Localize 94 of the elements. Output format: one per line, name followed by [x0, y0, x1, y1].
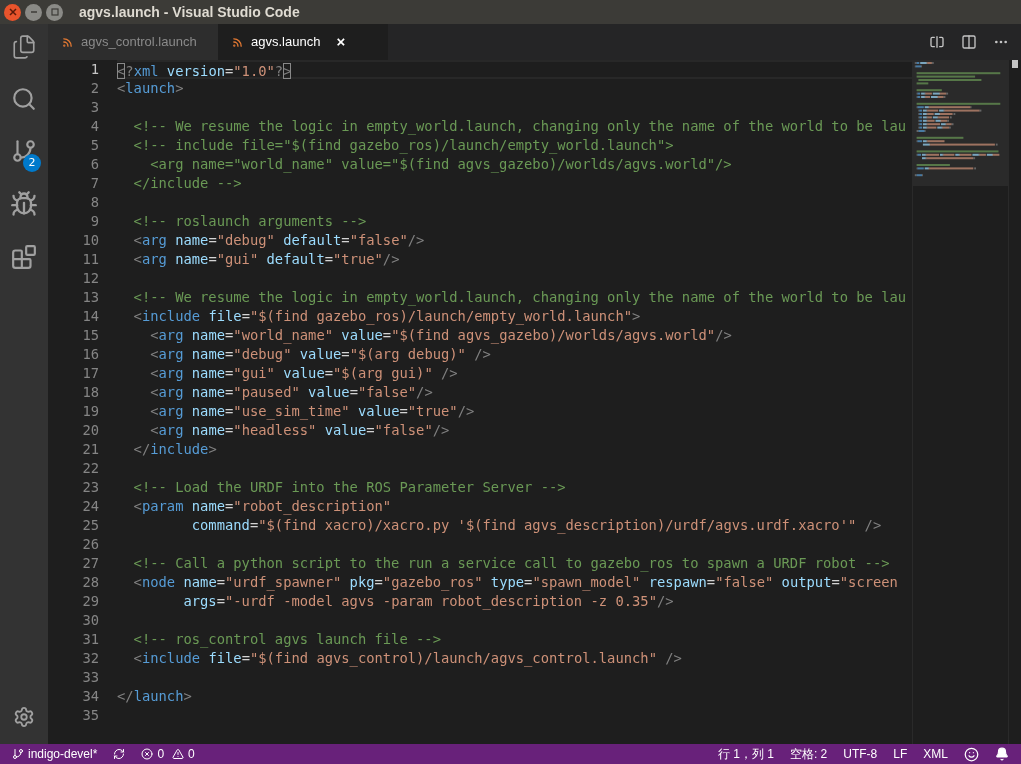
cursor-position[interactable]: 行 1，列 1	[717, 745, 774, 763]
line-number: 25	[81, 516, 99, 535]
code-line: <!-- ros_control agvs launch file -->	[132, 630, 441, 649]
line-number: 15	[81, 326, 99, 345]
maximize-icon	[50, 8, 59, 16]
split-editor-icon[interactable]	[961, 34, 977, 50]
code-line: <!-- We resume the logic in empty_world.launch, changing only the name of the world to be lau	[132, 117, 907, 136]
feedback-icon[interactable]	[964, 746, 979, 762]
settings-icon[interactable]	[13, 706, 35, 728]
line-number: 17	[81, 364, 99, 383]
minimize-window-button[interactable]	[25, 3, 42, 21]
sync-icon[interactable]	[113, 748, 126, 760]
maximize-window-button[interactable]	[46, 3, 63, 21]
code-line: command="$(find xacro)/xacro.py '$(find agvs_description)/urdf/agvs.urdf.xacro'" />	[190, 516, 882, 535]
line-ending-indicator[interactable]: LF	[893, 745, 908, 763]
line-number: 31	[81, 630, 99, 649]
line-number: 33	[81, 668, 99, 687]
code-line: <arg name="world_name" value="$(find agvs_gazebo)/worlds/agvs.world"/>	[149, 155, 732, 174]
line-number: 8	[89, 193, 99, 212]
code-line: <launch>	[117, 79, 184, 98]
close-icon	[8, 8, 17, 16]
line-number: 10	[81, 231, 99, 250]
rss-icon	[232, 36, 243, 48]
rss-icon	[62, 36, 73, 48]
code-line: <!-- Load the URDF into the ROS Parameter Server -->	[132, 478, 566, 497]
encoding-indicator[interactable]: UTF-8	[843, 745, 878, 763]
line-number: 34	[81, 687, 99, 706]
code-line: <!-- roslaunch arguments -->	[132, 212, 367, 231]
branch-indicator[interactable]: indigo-devel*	[12, 745, 98, 763]
window-title: agvs.launch - Visual Studio Code	[79, 2, 300, 22]
debug-icon[interactable]	[10, 190, 38, 218]
line-number: 11	[81, 250, 99, 269]
line-number: 30	[81, 611, 99, 630]
scrollbar-thumb[interactable]	[1012, 60, 1018, 68]
open-changes-icon[interactable]	[929, 34, 945, 50]
code-line: <!-- include file="$(find gazebo_ros)/launch/empty_world.launch">	[132, 136, 674, 155]
files-icon[interactable]	[11, 34, 37, 60]
code-line: <include file="$(find gazebo_ros)/launch/empty_world.launch">	[132, 307, 641, 326]
code-line: <!-- We resume the logic in empty_world.launch, changing only the name of the world to be lau	[132, 288, 907, 307]
code-line: <arg name="gui" default="true"/>	[132, 250, 400, 269]
code-line: <arg name="debug" default="false"/>	[132, 231, 425, 250]
editor-tab[interactable]: agvs.launch ×	[218, 24, 388, 60]
line-number: 21	[81, 440, 99, 459]
code-line: <!-- Call a python script to the run a service call to gazebo_ros to spawn a URDF robot -->	[132, 554, 890, 573]
minimap[interactable]	[913, 60, 1009, 186]
close-tab-button[interactable]: ×	[336, 30, 346, 54]
code-line: </launch>	[117, 687, 192, 706]
language-indicator[interactable]: XML	[923, 745, 948, 763]
code-line: <arg name="debug" value="$(arg debug)" />	[149, 345, 491, 364]
close-window-button[interactable]	[4, 3, 21, 21]
line-number: 4	[89, 117, 99, 136]
line-number: 6	[89, 155, 99, 174]
line-number: 32	[81, 649, 99, 668]
line-number: 24	[81, 497, 99, 516]
code-line: args="-urdf -model agvs -param robot_description -z 0.35"/>	[182, 592, 674, 611]
line-number: 12	[81, 269, 99, 288]
line-number: 5	[89, 136, 99, 155]
code-line: <arg name="world_name" value="$(find agvs_gazebo)/worlds/agvs.world"/>	[149, 326, 732, 345]
line-number: 16	[81, 345, 99, 364]
line-number: 26	[81, 535, 99, 554]
line-number: 29	[81, 592, 99, 611]
line-number: 2	[89, 79, 99, 98]
indentation-indicator[interactable]: 空格: 2	[789, 745, 828, 763]
notification-badge: 2	[23, 154, 41, 172]
code-line: <arg name="headless" value="false"/>	[149, 421, 450, 440]
code-line: <arg name="paused" value="false"/>	[149, 383, 433, 402]
code-line: </include -->	[132, 174, 242, 193]
code-line: <arg name="gui" value="$(arg gui)" />	[149, 364, 458, 383]
code-line: <include file="$(find agvs_control)/launch/agvs_control.launch" />	[132, 649, 682, 668]
line-number: 14	[81, 307, 99, 326]
line-number: 13	[81, 288, 99, 307]
line-number: 28	[81, 573, 99, 592]
search-icon[interactable]	[11, 86, 37, 112]
line-number: 19	[81, 402, 99, 421]
minimize-icon	[29, 8, 38, 16]
line-number: 9	[89, 212, 99, 231]
editor-tab[interactable]: agvs_control.launch	[48, 24, 218, 60]
line-number: 27	[81, 554, 99, 573]
extensions-icon[interactable]	[11, 244, 37, 270]
code-line: <arg name="use_sim_time" value="true"/>	[149, 402, 475, 421]
line-number: 22	[81, 459, 99, 478]
line-number: 35	[81, 706, 99, 725]
line-number: 1	[89, 60, 99, 79]
code-line: </include>	[132, 440, 217, 459]
line-number: 3	[89, 98, 99, 117]
notifications-icon[interactable]	[995, 747, 1009, 761]
line-number: 7	[89, 174, 99, 193]
code-line: <param name="robot_description"	[132, 497, 392, 516]
source-control-icon[interactable]	[11, 138, 37, 164]
line-number: 20	[81, 421, 99, 440]
line-number: 18	[81, 383, 99, 402]
problems-indicator[interactable]: 0 0	[141, 745, 195, 763]
line-number: 23	[81, 478, 99, 497]
code-line: <node name="urdf_spawner" pkg="gazebo_ros" type="spawn_model" respawn="false" output="screen	[132, 573, 898, 592]
